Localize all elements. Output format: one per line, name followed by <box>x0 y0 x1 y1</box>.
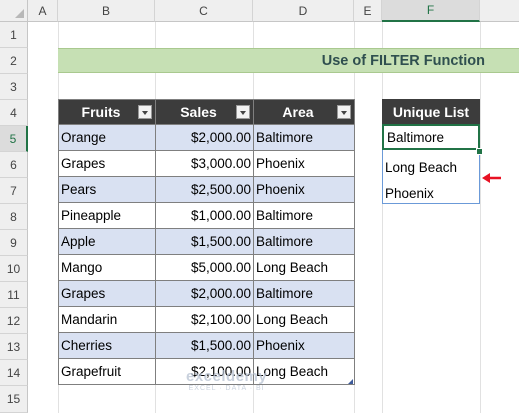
header-fruits[interactable]: Fruits <box>58 99 156 125</box>
sales-cell[interactable]: $2,000.00 <box>155 124 254 151</box>
sales-cell[interactable]: $1,500.00 <box>155 228 254 255</box>
row-header-2[interactable]: 2 <box>0 48 28 74</box>
table-row: Grapes $3,000.00 Phoenix <box>58 150 355 177</box>
area-cell[interactable]: Baltimore <box>253 228 355 255</box>
row-header-13[interactable]: 13 <box>0 334 28 360</box>
fruit-cell[interactable]: Mandarin <box>58 306 156 333</box>
row-header-1[interactable]: 1 <box>0 22 28 48</box>
row-header-10[interactable]: 10 <box>0 256 28 282</box>
row-header-12[interactable]: 12 <box>0 308 28 334</box>
fruit-sales-table: Fruits Sales Area Orange $2,000.00 Balti… <box>58 99 355 385</box>
table-row: Orange $2,000.00 Baltimore <box>58 124 355 151</box>
title-banner[interactable]: Use of FILTER Function <box>58 48 519 73</box>
column-header-f[interactable]: F <box>382 0 480 22</box>
filter-dropdown-icon[interactable] <box>138 105 152 119</box>
table-row: Pineapple $1,000.00 Baltimore <box>58 202 355 229</box>
area-cell[interactable]: Long Beach <box>253 358 355 385</box>
row-header-4[interactable]: 4 <box>0 100 28 126</box>
fruit-cell[interactable]: Grapes <box>58 150 156 177</box>
table-row: Grapes $2,000.00 Baltimore <box>58 280 355 307</box>
row-header-15[interactable]: 15 <box>0 386 28 413</box>
table-row: Mango $5,000.00 Long Beach <box>58 254 355 281</box>
header-sales[interactable]: Sales <box>155 99 254 125</box>
column-header-empty[interactable] <box>480 0 519 22</box>
watermark-tagline: EXCEL · DATA · BI <box>188 385 265 392</box>
watermark: exceldemy EXCEL · DATA · BI <box>186 368 267 392</box>
filter-dropdown-icon[interactable] <box>236 105 250 119</box>
area-cell[interactable]: Baltimore <box>253 124 355 151</box>
table-resize-handle[interactable] <box>348 379 353 384</box>
fruit-cell[interactable]: Pears <box>58 176 156 203</box>
fruit-cell[interactable]: Grapes <box>58 280 156 307</box>
sales-cell[interactable]: $2,500.00 <box>155 176 254 203</box>
unique-list-cell-active[interactable]: Baltimore <box>382 124 480 150</box>
area-cell[interactable]: Long Beach <box>253 306 355 333</box>
table-row: Cherries $1,500.00 Phoenix <box>58 332 355 359</box>
sales-cell[interactable]: $1,000.00 <box>155 202 254 229</box>
fruit-cell[interactable]: Pineapple <box>58 202 156 229</box>
column-header-d[interactable]: D <box>253 0 354 22</box>
watermark-brand: exceldemy <box>186 368 268 385</box>
sales-cell[interactable]: $2,100.00 <box>155 306 254 333</box>
sales-cell[interactable]: $5,000.00 <box>155 254 254 281</box>
column-header-b[interactable]: B <box>58 0 155 22</box>
row-header-8[interactable]: 8 <box>0 204 28 230</box>
column-header-e[interactable]: E <box>354 0 382 22</box>
table-row: Apple $1,500.00 Baltimore <box>58 228 355 255</box>
row-header-14[interactable]: 14 <box>0 360 28 386</box>
area-cell[interactable]: Phoenix <box>253 332 355 359</box>
gridline <box>480 22 481 413</box>
filter-dropdown-icon[interactable] <box>337 105 351 119</box>
area-cell[interactable]: Baltimore <box>253 202 355 229</box>
fill-handle[interactable] <box>476 148 483 155</box>
row-header-11[interactable]: 11 <box>0 282 28 308</box>
select-all-corner[interactable] <box>0 0 28 22</box>
row-header-6[interactable]: 6 <box>0 152 28 178</box>
table-row: Pears $2,500.00 Phoenix <box>58 176 355 203</box>
unique-list-header[interactable]: Unique List <box>382 99 480 124</box>
gridline <box>382 22 383 413</box>
column-header-a[interactable]: A <box>28 0 58 22</box>
sales-cell[interactable]: $1,500.00 <box>155 332 254 359</box>
column-header-c[interactable]: C <box>155 0 253 22</box>
table-row: Mandarin $2,100.00 Long Beach <box>58 306 355 333</box>
area-cell[interactable]: Long Beach <box>253 254 355 281</box>
row-header-9[interactable]: 9 <box>0 230 28 256</box>
fruit-cell[interactable]: Cherries <box>58 332 156 359</box>
row-header-7[interactable]: 7 <box>0 178 28 204</box>
unique-list-cell[interactable]: Phoenix <box>382 180 480 206</box>
unique-list-cell[interactable]: Long Beach <box>382 154 480 180</box>
fruit-cell[interactable]: Grapefruit <box>58 358 156 385</box>
area-cell[interactable]: Phoenix <box>253 150 355 177</box>
row-header-3[interactable]: 3 <box>0 74 28 100</box>
area-cell[interactable]: Baltimore <box>253 280 355 307</box>
sales-cell[interactable]: $2,000.00 <box>155 280 254 307</box>
arrow-left-icon <box>482 173 501 183</box>
fruit-cell[interactable]: Mango <box>58 254 156 281</box>
spreadsheet-grid[interactable]: A B C D E F 1 2 3 4 5 6 7 8 9 10 11 12 1… <box>0 0 519 413</box>
fruit-cell[interactable]: Orange <box>58 124 156 151</box>
header-area[interactable]: Area <box>253 99 355 125</box>
area-cell[interactable]: Phoenix <box>253 176 355 203</box>
fruit-cell[interactable]: Apple <box>58 228 156 255</box>
sales-cell[interactable]: $3,000.00 <box>155 150 254 177</box>
row-header-5[interactable]: 5 <box>0 126 28 152</box>
